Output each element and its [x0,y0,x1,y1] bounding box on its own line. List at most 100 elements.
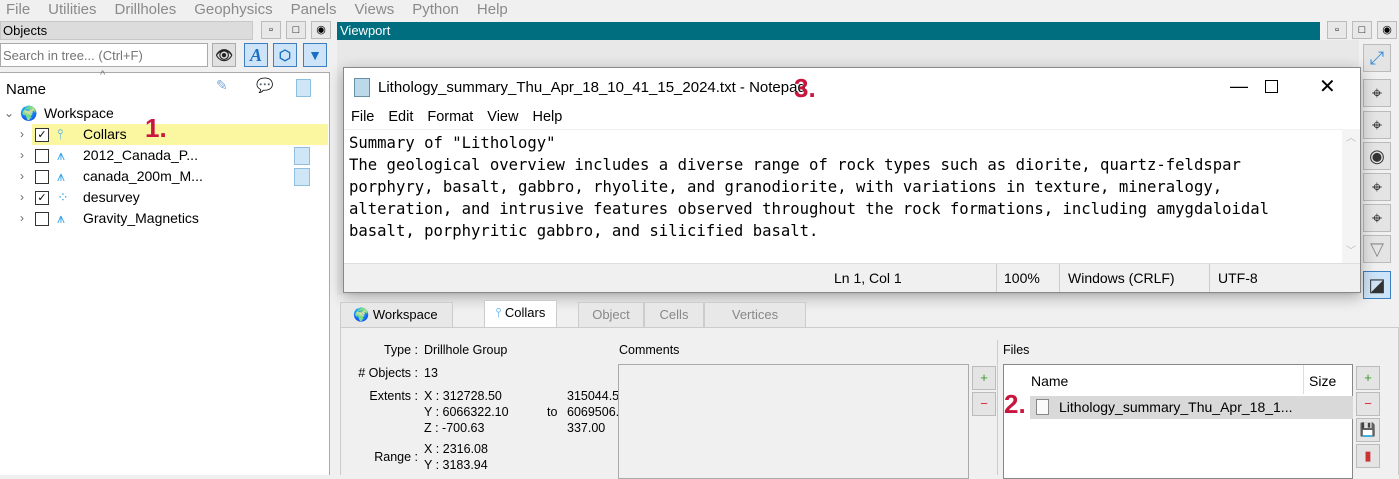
file-column-icon[interactable] [296,79,311,97]
file-row[interactable]: Lithology_summary_Thu_Apr_18_1... [1030,396,1353,419]
notepad-menu-file[interactable]: File [351,109,374,125]
remove-comment-button[interactable]: − [972,392,996,416]
text-filter-button[interactable]: A [244,43,268,67]
menu-help[interactable]: Help [477,1,508,18]
save-file-icon[interactable]: 💾 [1356,418,1380,442]
tree-search-input[interactable] [0,43,208,67]
expand-icon[interactable]: ⌄ [4,103,14,124]
visibility-eye-button[interactable]: 👁 [212,43,236,67]
pencil-column-icon[interactable]: ✎ [216,77,228,94]
tab-workspace[interactable]: 🌍 Workspace [340,302,453,327]
checkbox[interactable] [35,149,49,163]
maximize-panel-button[interactable]: □ [286,21,306,39]
menu-geophysics[interactable]: Geophysics [194,1,272,18]
status-divider [996,264,997,292]
float-panel-button[interactable]: ▫ [261,21,281,39]
notepad-menu-help[interactable]: Help [532,109,562,125]
comment-column-icon[interactable]: 💬 [256,77,273,94]
menu-file[interactable]: File [6,1,30,18]
viewport-float-button[interactable]: ▫ [1327,21,1347,39]
status-divider [1209,264,1210,292]
menu-python[interactable]: Python [412,1,459,18]
tree-item-label: canada_200m_M... [83,168,203,184]
grid-icon: ⩚ [57,168,65,184]
notepad-menu-edit[interactable]: Edit [388,109,413,125]
objects-label: # Objects : [358,366,418,380]
vertical-scrollbar[interactable]: ︿ ﹀ [1342,129,1360,263]
rotate-left-icon[interactable]: ⌖ [1363,79,1391,107]
tree-item-label: 2012_Canada_P... [83,147,198,163]
text-line: basalt, porphyritic gabbro, and silicifi… [349,222,819,240]
tree-item-collars[interactable]: › ✓ ⫯ Collars 1. [0,115,328,145]
menu-bar: File Utilities Drillholes Geophysics Panels V… [6,0,526,18]
tree-item-label: Gravity_Magnetics [83,210,199,226]
expand-icon[interactable]: › [20,187,24,208]
minimize-button[interactable]: — [1224,76,1254,97]
selection-highlight [32,124,328,145]
status-encoding: UTF-8 [1218,270,1258,286]
tree-item-canada-200m[interactable]: › ⩚ canada_200m_M... [0,166,328,187]
menu-panels[interactable]: Panels [291,1,337,18]
export-file-icon[interactable]: ▮ [1356,444,1380,468]
center-view-icon[interactable]: ◉ [1363,142,1391,170]
viewport-hide-icon[interactable]: ◉ [1377,21,1397,39]
tree-item-2012-canada[interactable]: › ⩚ 2012_Canada_P... [0,145,328,166]
drillhole-icon: ⫯ [495,305,502,320]
extent-to: to [547,405,558,419]
files-col-name[interactable]: Name [1031,373,1068,389]
clip-plane-icon[interactable]: ▽ [1363,235,1391,263]
comments-input[interactable] [618,364,969,479]
status-zoom: 100% [1004,270,1040,286]
menu-utilities[interactable]: Utilities [48,1,96,18]
tab-vertices[interactable]: Vertices [704,302,806,327]
remove-file-button[interactable]: − [1356,392,1380,416]
tree-item-desurvey[interactable]: › ✓ ⁘ desurvey [0,187,328,208]
checkbox[interactable] [35,212,49,226]
files-col-size[interactable]: Size [1309,373,1336,389]
close-button[interactable]: ✕ [1319,74,1336,99]
notepad-title: Lithology_summary_Thu_Apr_18_10_41_15_20… [378,79,806,96]
notepad-menu-format[interactable]: Format [427,109,473,125]
tree-header-name[interactable]: Name [6,81,46,98]
checkbox[interactable]: ✓ [35,191,49,205]
range-x: X : 2316.08 [424,442,488,456]
extent-z-min: Z : -700.63 [424,421,485,435]
perspective-icon[interactable]: ◪ [1363,271,1391,299]
notepad-icon [354,78,370,97]
text-line: alteration, and intrusive features obser… [349,200,1270,218]
rotate-up-icon[interactable]: ⌖ [1363,111,1391,139]
tree-item-gravity-magnetics[interactable]: › ⩚ Gravity_Magnetics [0,208,328,229]
checkbox[interactable] [35,170,49,184]
text-line: Summary of "Lithology" [349,134,556,152]
expand-icon[interactable]: › [20,166,24,187]
filter-icon[interactable]: ▼ [303,43,327,67]
points-icon: ⁘ [57,189,69,205]
viewport-maximize-button[interactable]: □ [1352,21,1372,39]
checkbox[interactable]: ✓ [35,128,49,142]
tab-cells[interactable]: Cells [644,302,704,327]
text-line: The geological overview includes a diver… [349,156,1241,174]
tab-object[interactable]: Object [578,302,644,327]
hide-panel-icon[interactable]: ◉ [311,21,331,39]
expand-icon[interactable]: › [20,124,24,145]
workspace-folder-icon: 🌍 [20,105,38,121]
add-comment-button[interactable]: + [972,366,996,390]
annotation-3: 3. [794,73,816,103]
type-value: Drillhole Group [424,343,508,357]
sort-indicator-icon: ^ [100,69,106,81]
expand-icon[interactable]: › [20,208,24,229]
menu-drillholes[interactable]: Drillholes [115,1,177,18]
tab-label: Collars [504,305,546,320]
rotate-down-icon[interactable]: ⌖ [1363,204,1391,232]
expand-icon[interactable]: › [20,145,24,166]
add-file-button[interactable]: + [1356,366,1380,390]
grid-icon: ⩚ [57,210,65,226]
notepad-menu-view[interactable]: View [487,109,518,125]
rotate-right-icon[interactable]: ⌖ [1363,173,1391,201]
notepad-text-area[interactable]: Summary of "Lithology" The geological ov… [344,129,1342,263]
menu-views[interactable]: Views [354,1,394,18]
zoom-extents-icon[interactable]: ⤢ [1363,44,1391,72]
tab-collars[interactable]: ⫯ Collars [484,300,557,327]
mesh-filter-button[interactable]: ⬡ [273,43,297,67]
maximize-button[interactable] [1265,80,1278,93]
